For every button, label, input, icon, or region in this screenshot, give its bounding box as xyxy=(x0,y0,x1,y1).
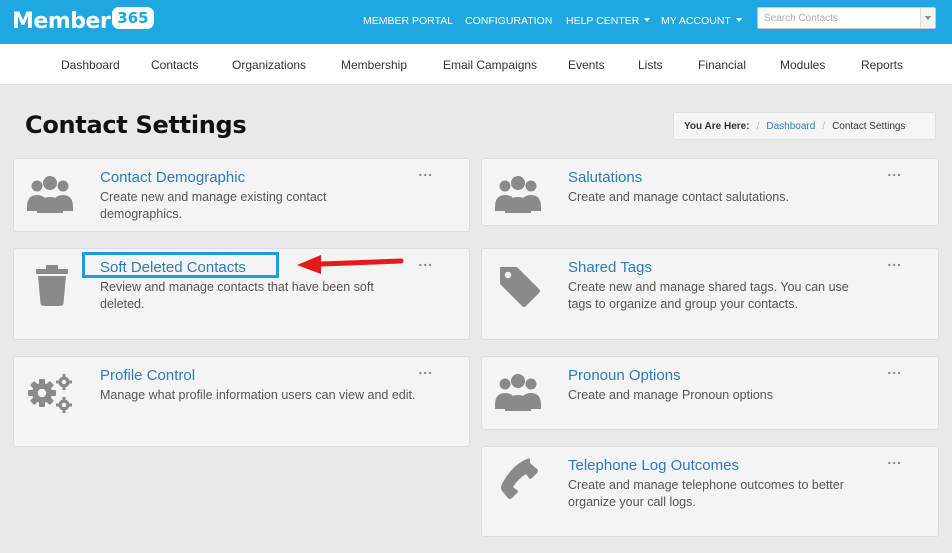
breadcrumb-current: Contact Settings xyxy=(832,120,906,132)
breadcrumb-label: You Are Here: xyxy=(684,120,750,132)
topnav-help-center[interactable]: HELP CENTER xyxy=(566,15,651,27)
card-title[interactable]: Profile Control xyxy=(100,367,195,384)
brand-word: Member xyxy=(12,8,111,34)
breadcrumb: You Are Here: / Dashboard / Contact Sett… xyxy=(673,112,936,140)
page-title: Contact Settings xyxy=(25,111,247,139)
card-shared-tags: Shared Tags Create new and manage shared… xyxy=(481,248,939,340)
nav-reports[interactable]: Reports xyxy=(861,58,903,72)
card-title[interactable]: Shared Tags xyxy=(568,259,652,276)
card-title[interactable]: Telephone Log Outcomes xyxy=(568,457,739,474)
card-title[interactable]: Salutations xyxy=(568,169,642,186)
card-contact-demographic: Contact Demographic Create new and manag… xyxy=(13,158,470,232)
card-telephone-log-outcomes: Telephone Log Outcomes Create and manage… xyxy=(481,446,939,537)
card-menu-button[interactable]: ... xyxy=(887,253,902,269)
nav-contacts[interactable]: Contacts xyxy=(151,58,198,72)
breadcrumb-separator: / xyxy=(822,120,826,132)
card-title[interactable]: Contact Demographic xyxy=(100,169,245,186)
card-menu-button[interactable]: ... xyxy=(887,361,902,377)
caret-down-icon xyxy=(644,18,651,22)
users-icon xyxy=(27,176,73,213)
breadcrumb-separator: / xyxy=(756,120,760,132)
topnav-configuration[interactable]: CONFIGURATION xyxy=(465,15,552,27)
card-description: Create new and manage shared tags. You c… xyxy=(568,280,849,311)
gears-icon xyxy=(28,374,72,413)
tag-icon xyxy=(500,267,540,307)
nav-modules[interactable]: Modules xyxy=(780,58,825,72)
card-title[interactable]: Pronoun Options xyxy=(568,367,681,384)
card-profile-control: Profile Control Manage what profile info… xyxy=(13,356,470,447)
top-bar: Member 365 MEMBER PORTAL CONFIGURATION H… xyxy=(0,0,952,44)
card-description: Create and manage Pronoun options xyxy=(568,388,774,402)
brand-badge: 365 xyxy=(112,7,154,29)
breadcrumb-dashboard-link[interactable]: Dashboard xyxy=(766,121,815,132)
trash-icon xyxy=(36,265,68,306)
card-menu-button[interactable]: ... xyxy=(418,253,433,269)
nav-organizations[interactable]: Organizations xyxy=(232,58,306,72)
search-box xyxy=(757,7,936,29)
caret-down-icon xyxy=(735,18,742,22)
nav-lists[interactable]: Lists xyxy=(638,58,663,72)
topnav-my-account[interactable]: MY ACCOUNT xyxy=(661,15,742,27)
card-description: Create and manage telephone outcomes to … xyxy=(568,478,844,509)
topnav-member-portal[interactable]: MEMBER PORTAL xyxy=(363,15,453,27)
card-menu-button[interactable]: ... xyxy=(418,163,433,179)
card-pronoun-options: Pronoun Options Create and manage Pronou… xyxy=(481,356,939,430)
card-description: Create new and manage existing contact d… xyxy=(100,190,327,221)
nav-dashboard[interactable]: Dashboard xyxy=(61,58,120,72)
card-menu-button[interactable]: ... xyxy=(887,163,902,179)
card-description: Create and manage contact salutations. xyxy=(568,190,789,204)
nav-events[interactable]: Events xyxy=(568,58,605,72)
card-salutations: Salutations Create and manage contact sa… xyxy=(481,158,939,226)
caret-down-icon xyxy=(925,16,931,20)
search-dropdown-button[interactable] xyxy=(920,8,935,28)
users-icon xyxy=(495,176,541,213)
card-description: Review and manage contacts that have bee… xyxy=(100,280,374,311)
search-input[interactable] xyxy=(758,8,921,28)
card-menu-button[interactable]: ... xyxy=(887,451,902,467)
main-nav: Dashboard Contacts Organizations Members… xyxy=(0,44,952,85)
users-icon xyxy=(495,374,541,411)
nav-membership[interactable]: Membership xyxy=(341,58,407,72)
red-arrow-icon xyxy=(297,255,404,274)
highlight-box xyxy=(82,252,279,278)
phone-icon xyxy=(501,458,538,499)
card-description: Manage what profile information users ca… xyxy=(100,388,416,402)
card-menu-button[interactable]: ... xyxy=(418,361,433,377)
brand-logo[interactable]: Member 365 xyxy=(12,6,154,36)
nav-financial[interactable]: Financial xyxy=(698,58,746,72)
nav-email-campaigns[interactable]: Email Campaigns xyxy=(443,58,537,72)
